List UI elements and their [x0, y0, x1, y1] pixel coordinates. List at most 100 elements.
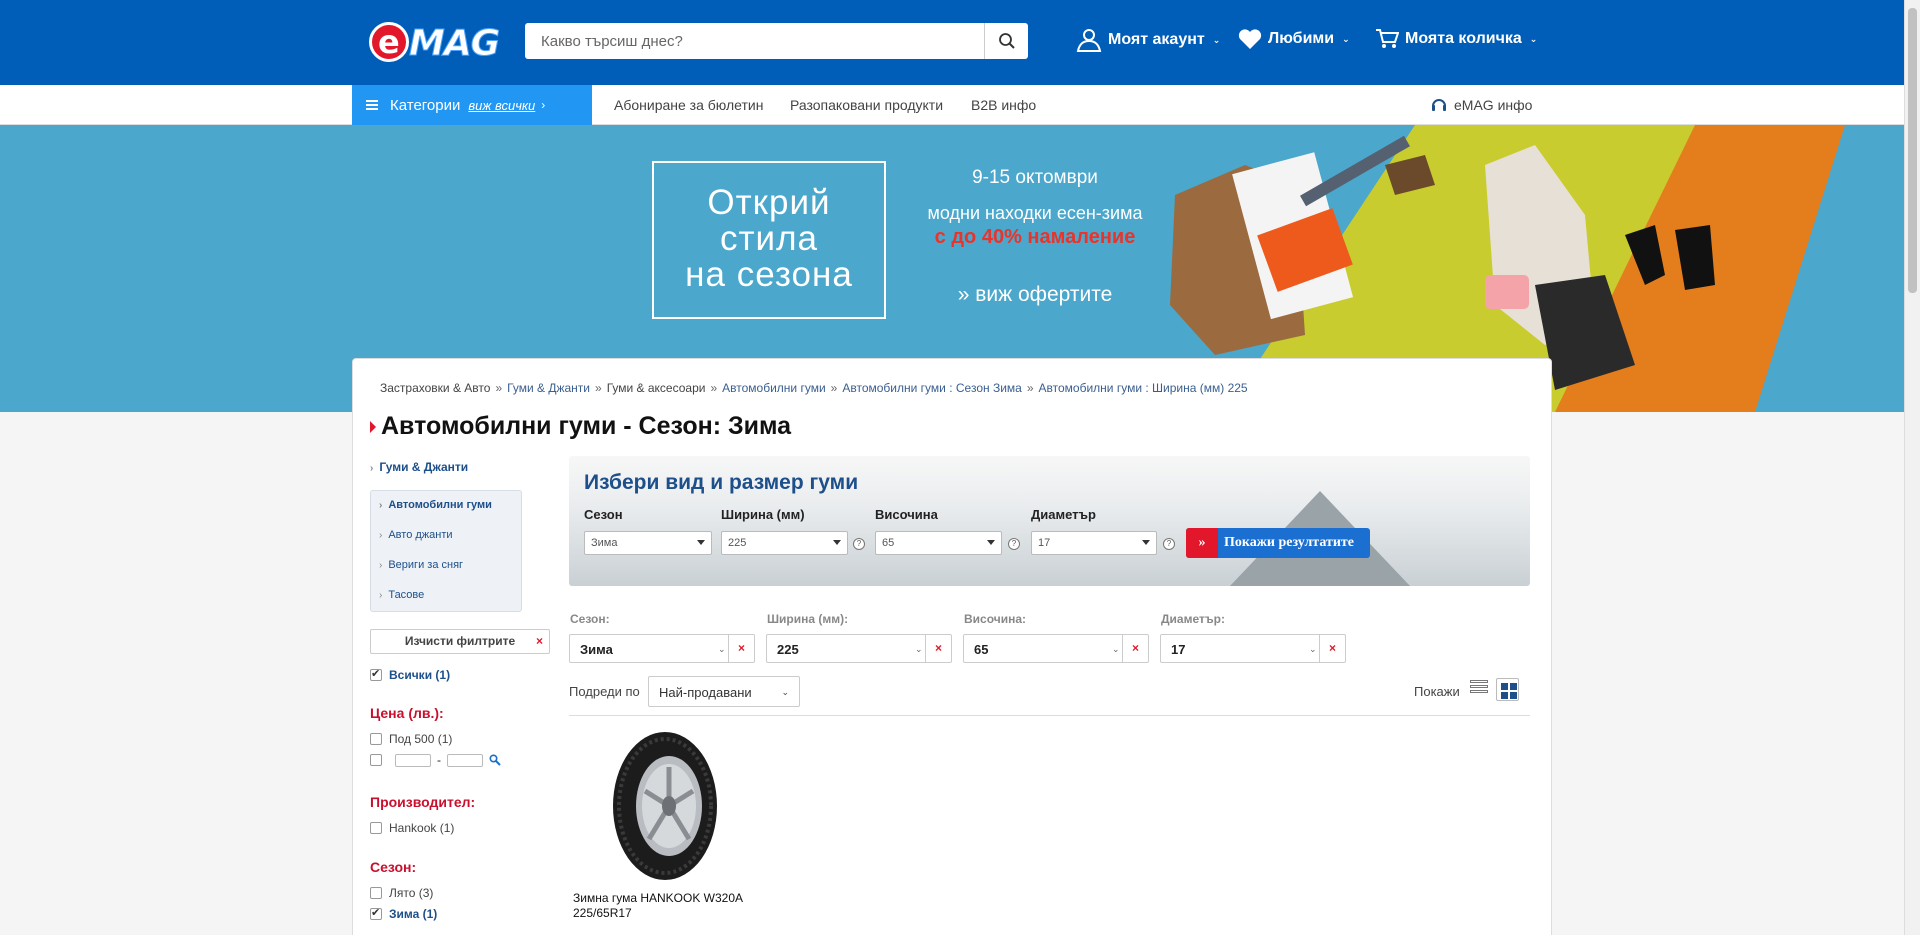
- filter-season-summer[interactable]: Лято (3): [370, 886, 433, 900]
- finder-label-season: Сезон: [584, 507, 623, 522]
- scrollbar-thumb[interactable]: [1908, 8, 1917, 293]
- headset-icon: [1432, 99, 1446, 111]
- sort-dropdown[interactable]: Най-продавани ⌄: [648, 676, 800, 707]
- filter-height-dropdown[interactable]: 65 ⌄ ×: [963, 634, 1149, 663]
- show-results-button[interactable]: » Покажи резултатите: [1186, 528, 1370, 558]
- chevron-down-icon: ⌄: [1529, 33, 1538, 44]
- breadcrumb-item[interactable]: Автомобилни гуми : Сезон Зима: [842, 381, 1021, 395]
- chevron-down-icon: ⌄: [781, 687, 789, 697]
- finder-label-width: Ширина (мм): [721, 507, 805, 522]
- finder-label-diameter: Диаметър: [1031, 507, 1096, 522]
- grid-view-icon[interactable]: [1496, 678, 1519, 701]
- price-range-checkbox[interactable]: [370, 754, 389, 766]
- sidebar-parent-category[interactable]: › Гуми & Джанти: [370, 460, 468, 474]
- breadcrumb-item[interactable]: Гуми & аксесоари: [607, 381, 706, 395]
- sidebar-item-hubcaps[interactable]: › Тасове: [379, 589, 424, 601]
- breadcrumb-item[interactable]: Застраховки & Авто: [380, 381, 490, 395]
- account-label: Моят акаунт: [1108, 31, 1205, 48]
- tyre-finder-title: Избери вид и размер гуми: [584, 471, 859, 494]
- filter-diameter-dropdown[interactable]: 17 ⌄ ×: [1160, 634, 1346, 663]
- filter-all-checkbox[interactable]: Всички (1): [370, 667, 450, 682]
- filter-brand-hankook[interactable]: Hankook (1): [370, 821, 454, 835]
- product-title[interactable]: Зимна гума HANKOOK W320A 225/65R17: [573, 891, 743, 921]
- filter-season-dropdown[interactable]: Зима ⌄ ×: [569, 634, 755, 663]
- filter-heading-season: Сезон:: [370, 859, 417, 875]
- emag-info-label: eMAG инфо: [1454, 97, 1533, 113]
- nav-link-unboxed[interactable]: Разопаковани продукти: [790, 97, 943, 113]
- remove-filter-icon[interactable]: ×: [925, 635, 951, 662]
- breadcrumb-item[interactable]: Гуми & Джанти: [507, 381, 590, 395]
- account-menu[interactable]: Моят акаунт ⌄: [1076, 28, 1220, 52]
- sidebar-item-car-tyres[interactable]: › Автомобилни гуми: [379, 499, 492, 511]
- view-all-link[interactable]: виж всички: [468, 98, 535, 113]
- chevron-down-icon: ⌄: [915, 644, 923, 654]
- filter-price-under-500[interactable]: Под 500 (1): [370, 732, 452, 746]
- banner-cta[interactable]: » виж офертите: [905, 283, 1165, 307]
- price-min-input[interactable]: [395, 753, 431, 767]
- sidebar-item-rims[interactable]: › Авто джанти: [379, 529, 453, 541]
- emag-info-link[interactable]: eMAG инфо: [1430, 96, 1532, 114]
- list-view-icon[interactable]: [1470, 680, 1490, 700]
- nav-link-newsletter[interactable]: Абониране за бюлетин: [614, 97, 763, 113]
- breadcrumb-item[interactable]: Автомобилни гуми: [722, 381, 826, 395]
- sidebar-item-snow-chains[interactable]: › Вериги за сняг: [379, 559, 463, 571]
- categories-label: Категории: [390, 96, 461, 114]
- subcategory-list: › Автомобилни гуми › Авто джанти › Вериги з…: [370, 490, 522, 612]
- help-icon[interactable]: ?: [853, 538, 865, 550]
- listing-card: Застраховки & Авто» Гуми & Джанти» Гуми & …: [352, 358, 1552, 935]
- cart-icon: [1376, 29, 1399, 48]
- banner-promo-text: 9-15 октомври модни находки есен-зима с …: [905, 167, 1165, 307]
- page-scrollbar[interactable]: [1904, 0, 1920, 935]
- search-button[interactable]: [984, 23, 1028, 59]
- chevron-down-icon: ⌄: [718, 644, 726, 654]
- filter-label-width: Ширина (мм):: [767, 612, 849, 626]
- chevron-right-icon: ›: [541, 98, 546, 112]
- favorites-menu[interactable]: Любими ⌄: [1238, 28, 1350, 50]
- finder-diameter-select[interactable]: 17: [1031, 531, 1157, 555]
- finder-width-select[interactable]: 225: [721, 531, 848, 555]
- remove-filter-icon[interactable]: ×: [1122, 635, 1148, 662]
- clear-filters-button[interactable]: Изчисти филтрите ×: [370, 629, 550, 654]
- filter-label-diameter: Диаметър:: [1161, 612, 1225, 626]
- help-icon[interactable]: ?: [1163, 538, 1175, 550]
- nav-link-b2b[interactable]: B2B инфо: [971, 97, 1036, 113]
- tyre-finder: Избери вид и размер гуми Сезон Ширина (м…: [569, 456, 1530, 586]
- view-mode-label: Покажи: [1414, 684, 1460, 699]
- help-icon[interactable]: ?: [1008, 538, 1020, 550]
- search-icon[interactable]: [489, 754, 501, 766]
- filter-label-season: Сезон:: [570, 612, 610, 626]
- top-header: e MAG Моят акаунт ⌄ Любими ⌄ Моята колич…: [0, 0, 1904, 85]
- search-bar: [525, 23, 1028, 59]
- breadcrumb-item[interactable]: Автомобилни гуми : Ширина (мм) 225: [1039, 381, 1248, 395]
- favorites-label: Любими: [1268, 30, 1335, 47]
- search-icon: [998, 33, 1015, 49]
- chevron-down-icon: [987, 540, 995, 545]
- filter-season-winter[interactable]: Зима (1): [370, 906, 437, 921]
- chevron-down-icon: ⌄: [1342, 33, 1350, 44]
- title-arrow-icon: [370, 420, 376, 433]
- remove-filter-icon[interactable]: ×: [1319, 635, 1345, 662]
- user-icon: [1076, 29, 1102, 52]
- emag-logo[interactable]: e MAG: [369, 20, 505, 65]
- chevron-right-icon: ›: [370, 463, 374, 474]
- categories-button[interactable]: Категории виж всички ›: [352, 85, 592, 125]
- finder-height-select[interactable]: 65: [875, 531, 1002, 555]
- chevron-down-icon: ⌄: [1212, 34, 1221, 45]
- cart-menu[interactable]: Моята количка ⌄: [1375, 28, 1537, 50]
- filter-width-dropdown[interactable]: 225 ⌄ ×: [766, 634, 952, 663]
- tyre-product-image[interactable]: [609, 731, 721, 881]
- finder-season-select[interactable]: Зима: [584, 531, 712, 555]
- chevron-down-icon: ⌄: [1309, 644, 1317, 654]
- search-input[interactable]: [525, 23, 983, 59]
- filter-heading-brand: Производител:: [370, 794, 476, 810]
- chevron-down-icon: [697, 540, 705, 545]
- banner-headline: Открий стила на сезона: [652, 161, 886, 319]
- finder-label-height: Височина: [875, 507, 938, 522]
- breadcrumb: Застраховки & Авто» Гуми & Джанти» Гуми & …: [380, 381, 1248, 395]
- price-range: -: [370, 753, 501, 767]
- price-max-input[interactable]: [447, 753, 483, 767]
- banner-subtitle: модни находки есен-зима: [927, 203, 1143, 223]
- banner-discount: с до 40% намаление: [934, 226, 1136, 248]
- remove-filter-icon[interactable]: ×: [728, 635, 754, 662]
- sort-label: Подреди по: [569, 684, 640, 699]
